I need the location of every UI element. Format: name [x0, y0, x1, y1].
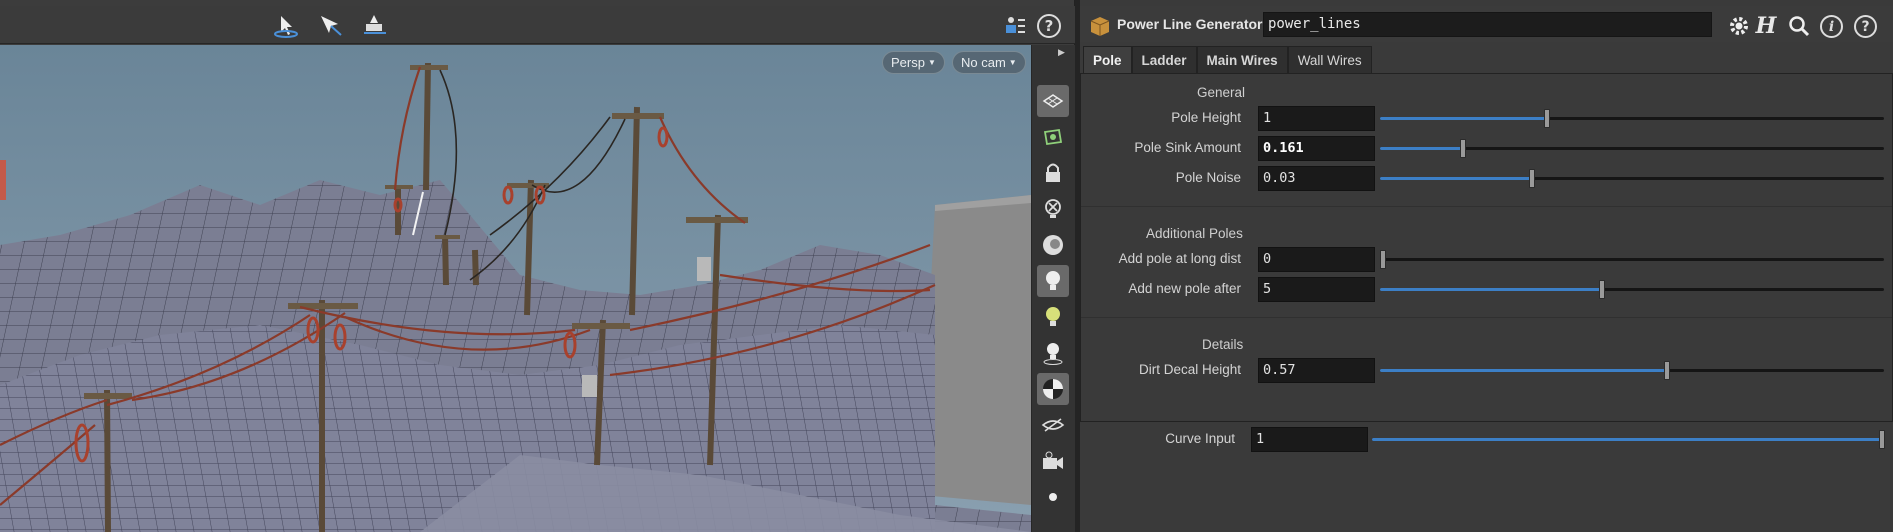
help-icon[interactable]: ? — [1854, 15, 1877, 38]
slider-handle[interactable] — [1544, 109, 1550, 128]
viewport-toolbar: ? — [0, 6, 1075, 44]
tab-main-wires[interactable]: Main Wires — [1196, 46, 1288, 73]
section-additional-title: Additional Poles — [1146, 226, 1243, 241]
curve-input-label: Curve Input — [1165, 431, 1235, 446]
grid-icon[interactable] — [1037, 85, 1069, 117]
collapse-arrow-icon[interactable]: ▶ — [1058, 48, 1065, 58]
3d-scene[interactable] — [0, 45, 1031, 532]
red-marker — [0, 160, 6, 200]
add-after-label: Add new pole after — [1128, 281, 1241, 296]
transform-handle-icon[interactable] — [360, 12, 390, 40]
slider-handle[interactable] — [1529, 169, 1535, 188]
node-type-label: Power Line Generator — [1117, 16, 1263, 32]
parameter-tabs: Pole Ladder Main Wires Wall Wires — [1083, 46, 1372, 73]
camera-view-menu[interactable]: Persp ▼ — [882, 51, 945, 74]
curve-input-field[interactable]: 1 — [1251, 427, 1368, 452]
section-general-title: General — [1197, 85, 1246, 100]
node-name-field[interactable]: power_lines — [1263, 12, 1712, 37]
pole-height-label: Pole Height — [1171, 110, 1241, 125]
grey-wall-block — [920, 195, 1031, 505]
camera-view-label: Persp — [891, 55, 925, 70]
tab-ladder[interactable]: Ladder — [1131, 46, 1197, 73]
lock-icon[interactable] — [1037, 157, 1069, 189]
shading-icon[interactable] — [1037, 229, 1069, 261]
ghost-icon[interactable] — [1037, 193, 1069, 225]
pole-sink-label: Pole Sink Amount — [1134, 140, 1241, 155]
camera-select-menu[interactable]: No cam ▼ — [952, 51, 1026, 74]
add-long-field[interactable]: 0 — [1258, 247, 1375, 272]
houdini-window: ? Persp ▼ No cam ▼ ▶ Power Line Generato… — [0, 0, 1893, 532]
search-icon[interactable] — [1785, 12, 1813, 40]
pole-tab-body: General Pole Height 1 Pole Sink Amount 0… — [1080, 73, 1893, 422]
dirt-decal-label: Dirt Decal Height — [1138, 362, 1241, 377]
camera-toggle-icon[interactable] — [1037, 409, 1069, 441]
slider-handle[interactable] — [1879, 430, 1885, 449]
slider-handle[interactable] — [1380, 250, 1386, 269]
pole-sink-field[interactable]: 0.161 — [1258, 136, 1375, 161]
pole-noise-field[interactable]: 0.03 — [1258, 166, 1375, 191]
slider-handle[interactable] — [1460, 139, 1466, 158]
tab-pole[interactable]: Pole — [1083, 46, 1132, 73]
transformer — [697, 257, 711, 281]
node-type-icon — [1088, 15, 1112, 37]
tab-wall-wires[interactable]: Wall Wires — [1287, 46, 1372, 73]
info-icon[interactable]: i — [1820, 15, 1843, 38]
headlight-icon[interactable] — [1037, 301, 1069, 333]
dropdown-arrow-icon: ▼ — [927, 58, 936, 67]
add-long-label: Add pole at long dist — [1118, 251, 1241, 266]
dirt-decal-field[interactable]: 0.57 — [1258, 358, 1375, 383]
pole-height-slider[interactable] — [1380, 109, 1884, 128]
help-glyph: ? — [1044, 17, 1054, 35]
select-arrow-icon[interactable] — [316, 12, 346, 40]
parameter-pane: Power Line Generator power_lines H i ? P… — [1080, 0, 1893, 532]
dot-icon[interactable] — [1037, 481, 1069, 513]
slider-handle[interactable] — [1599, 280, 1605, 299]
parameter-header: Power Line Generator power_lines H i ? — [1080, 6, 1893, 42]
add-long-slider[interactable] — [1380, 250, 1884, 269]
viewport-display-toolbar: ▶ — [1031, 45, 1075, 532]
snap-icon[interactable] — [1037, 121, 1069, 153]
help-glyph: ? — [1861, 18, 1870, 35]
dirt-decal-slider[interactable] — [1380, 361, 1884, 380]
pole-height-field[interactable]: 1 — [1258, 106, 1375, 131]
pole-noise-slider[interactable] — [1380, 169, 1884, 188]
curve-input-slider[interactable] — [1372, 430, 1885, 449]
slider-handle[interactable] — [1664, 361, 1670, 380]
section-details-title: Details — [1202, 337, 1244, 352]
houdini-h-icon[interactable]: H — [1752, 12, 1780, 40]
section-divider — [1081, 317, 1892, 318]
info-glyph: i — [1828, 18, 1835, 35]
add-after-slider[interactable] — [1380, 280, 1884, 299]
dropdown-arrow-icon: ▼ — [1008, 58, 1017, 67]
camera-icon[interactable] — [1037, 445, 1069, 477]
add-after-field[interactable]: 5 — [1258, 277, 1375, 302]
gear-icon[interactable] — [1725, 12, 1753, 40]
section-divider — [1081, 206, 1892, 207]
render-ball-icon[interactable] — [1037, 373, 1069, 405]
transformer — [582, 375, 597, 397]
camera-select-label: No cam — [961, 55, 1006, 70]
scene-render — [0, 45, 1031, 532]
viewport-help-icon[interactable]: ? — [1037, 14, 1061, 38]
scene-viewport[interactable]: ? Persp ▼ No cam ▼ ▶ — [0, 0, 1075, 532]
pole-noise-label: Pole Noise — [1175, 170, 1241, 185]
display-options-icon[interactable] — [1000, 12, 1030, 40]
tumble-select-icon[interactable] — [272, 12, 302, 40]
light-icon[interactable] — [1037, 265, 1069, 297]
pole-sink-slider[interactable] — [1380, 139, 1884, 158]
light-bulb-icon[interactable] — [1037, 337, 1069, 369]
